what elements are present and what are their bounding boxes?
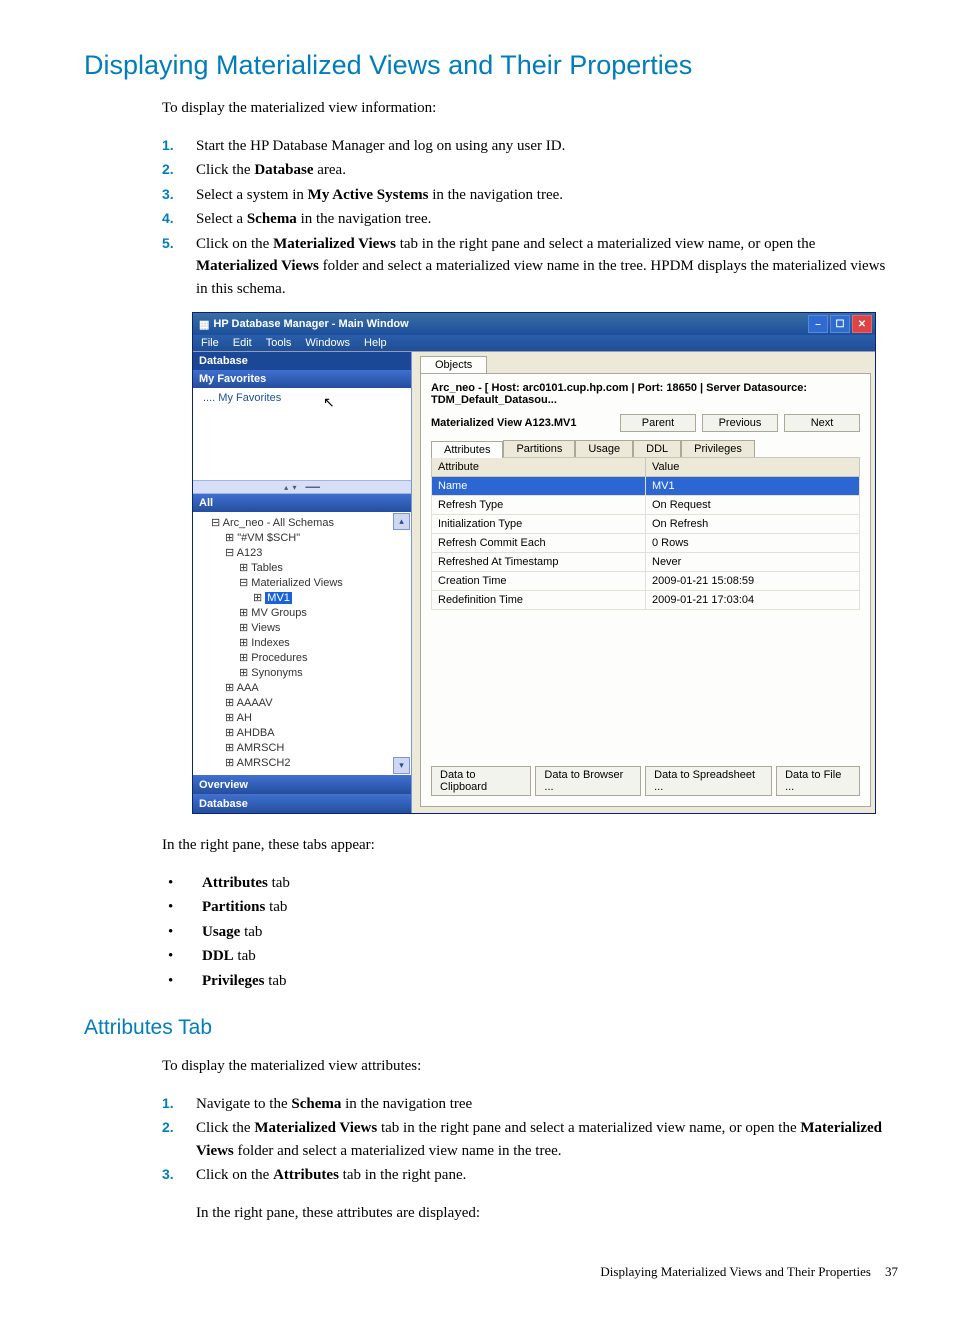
parent-button[interactable]: Parent [620,414,696,432]
step-text: Navigate to the Schema in the navigation… [196,1093,898,1116]
splitter[interactable]: ▴ ▾ ━━━ [193,480,411,494]
table-row[interactable]: Refreshed At TimestampNever [432,553,860,572]
favorites-node[interactable]: .... My Favorites [203,392,281,404]
table-row[interactable]: Creation Time2009-01-21 15:08:59 [432,572,860,591]
step-num: 5. [162,233,196,254]
footer-text: Displaying Materialized Views and Their … [600,1264,871,1280]
menu-edit[interactable]: Edit [233,337,252,349]
step-text: Select a system in My Active Systems in … [196,184,898,207]
menu-windows[interactable]: Windows [305,337,350,349]
data-to-file-button[interactable]: Data to File ... [776,766,860,796]
minimize-button[interactable]: – [808,315,828,333]
mv-title: Materialized View A123.MV1 [431,417,614,429]
database-link[interactable]: Database [193,794,411,813]
nav-tree[interactable]: ▴ ⊟ Arc_neo - All Schemas ⊞ "#VM $SCH" ⊟… [193,512,411,775]
tab-privileges[interactable]: Privileges [681,440,755,457]
table-row[interactable]: Initialization TypeOn Refresh [432,515,860,534]
sub-after: In the right pane, these attributes are … [196,1202,898,1225]
content-pane: Objects Arc_neo - [ Host: arc0101.cup.hp… [412,352,875,813]
titlebar[interactable]: ▦ HP Database Manager - Main Window – ☐ … [193,313,875,335]
table-row[interactable]: Refresh TypeOn Request [432,496,860,515]
step-num: 1. [162,135,196,156]
page-number: 37 [885,1264,898,1280]
app-window: ▦ HP Database Manager - Main Window – ☐ … [192,312,876,814]
previous-button[interactable]: Previous [702,414,778,432]
next-button[interactable]: Next [784,414,860,432]
list-item: DDL tab [202,945,256,968]
step-text: Select a Schema in the navigation tree. [196,208,898,231]
window-title: HP Database Manager - Main Window [213,318,408,330]
table-row[interactable]: Redefinition Time2009-01-21 17:03:04 [432,591,860,610]
list-item: Privileges tab [202,970,287,993]
list-item: Attributes tab [202,872,290,895]
list-item: Usage tab [202,921,262,944]
step-num: 3. [162,1164,196,1185]
step-text: Click the Database area. [196,159,898,182]
step-num: 4. [162,208,196,229]
intro-text: To display the materialized view informa… [162,97,898,120]
navigation-pane: Database My Favorites .... My Favorites … [193,352,412,813]
overview-link[interactable]: Overview [193,775,411,794]
tab-attributes[interactable]: Attributes [431,441,503,458]
step-text: Click on the Materialized Views tab in t… [196,233,898,301]
cursor-icon: ↖ [323,394,335,411]
step-text: Click the Materialized Views tab in the … [196,1117,898,1162]
data-to-browser-button[interactable]: Data to Browser ... [535,766,641,796]
close-button[interactable]: ✕ [852,315,872,333]
menubar: File Edit Tools Windows Help [193,335,875,351]
scroll-down-button[interactable]: ▾ [393,757,410,774]
menu-help[interactable]: Help [364,337,387,349]
scroll-up-button[interactable]: ▴ [393,513,410,530]
step-text: Click on the Attributes tab in the right… [196,1164,898,1187]
data-to-clipboard-button[interactable]: Data to Clipboard [431,766,531,796]
all-header[interactable]: All [193,494,411,512]
page-title: Displaying Materialized Views and Their … [84,50,898,81]
attributes-table: Attribute Value NameMV1 Refresh TypeOn R… [431,457,860,610]
favorites-header[interactable]: My Favorites [193,370,411,388]
step-num: 2. [162,159,196,180]
step-text: Start the HP Database Manager and log on… [196,135,898,158]
step-num: 3. [162,184,196,205]
col-value[interactable]: Value [646,458,860,477]
tab-ddl[interactable]: DDL [633,440,681,457]
sub-intro: To display the materialized view attribu… [162,1055,898,1078]
after-image-text: In the right pane, these tabs appear: [162,834,898,857]
table-row[interactable]: NameMV1 [432,477,860,496]
step-num: 2. [162,1117,196,1138]
tab-objects[interactable]: Objects [420,356,487,373]
table-row[interactable]: Refresh Commit Each0 Rows [432,534,860,553]
data-to-spreadsheet-button[interactable]: Data to Spreadsheet ... [645,766,772,796]
maximize-button[interactable]: ☐ [830,315,850,333]
step-num: 1. [162,1093,196,1114]
tab-usage[interactable]: Usage [575,440,633,457]
database-header[interactable]: Database [193,352,411,370]
tab-partitions[interactable]: Partitions [503,440,575,457]
col-attribute[interactable]: Attribute [432,458,646,477]
breadcrumb: Arc_neo - [ Host: arc0101.cup.hp.com | P… [431,382,860,406]
list-item: Partitions tab [202,896,287,919]
tree-selected: MV1 [265,592,292,604]
app-icon: ▦ [199,318,209,331]
subsection-title: Attributes Tab [84,1016,898,1040]
menu-file[interactable]: File [201,337,219,349]
menu-tools[interactable]: Tools [266,337,292,349]
